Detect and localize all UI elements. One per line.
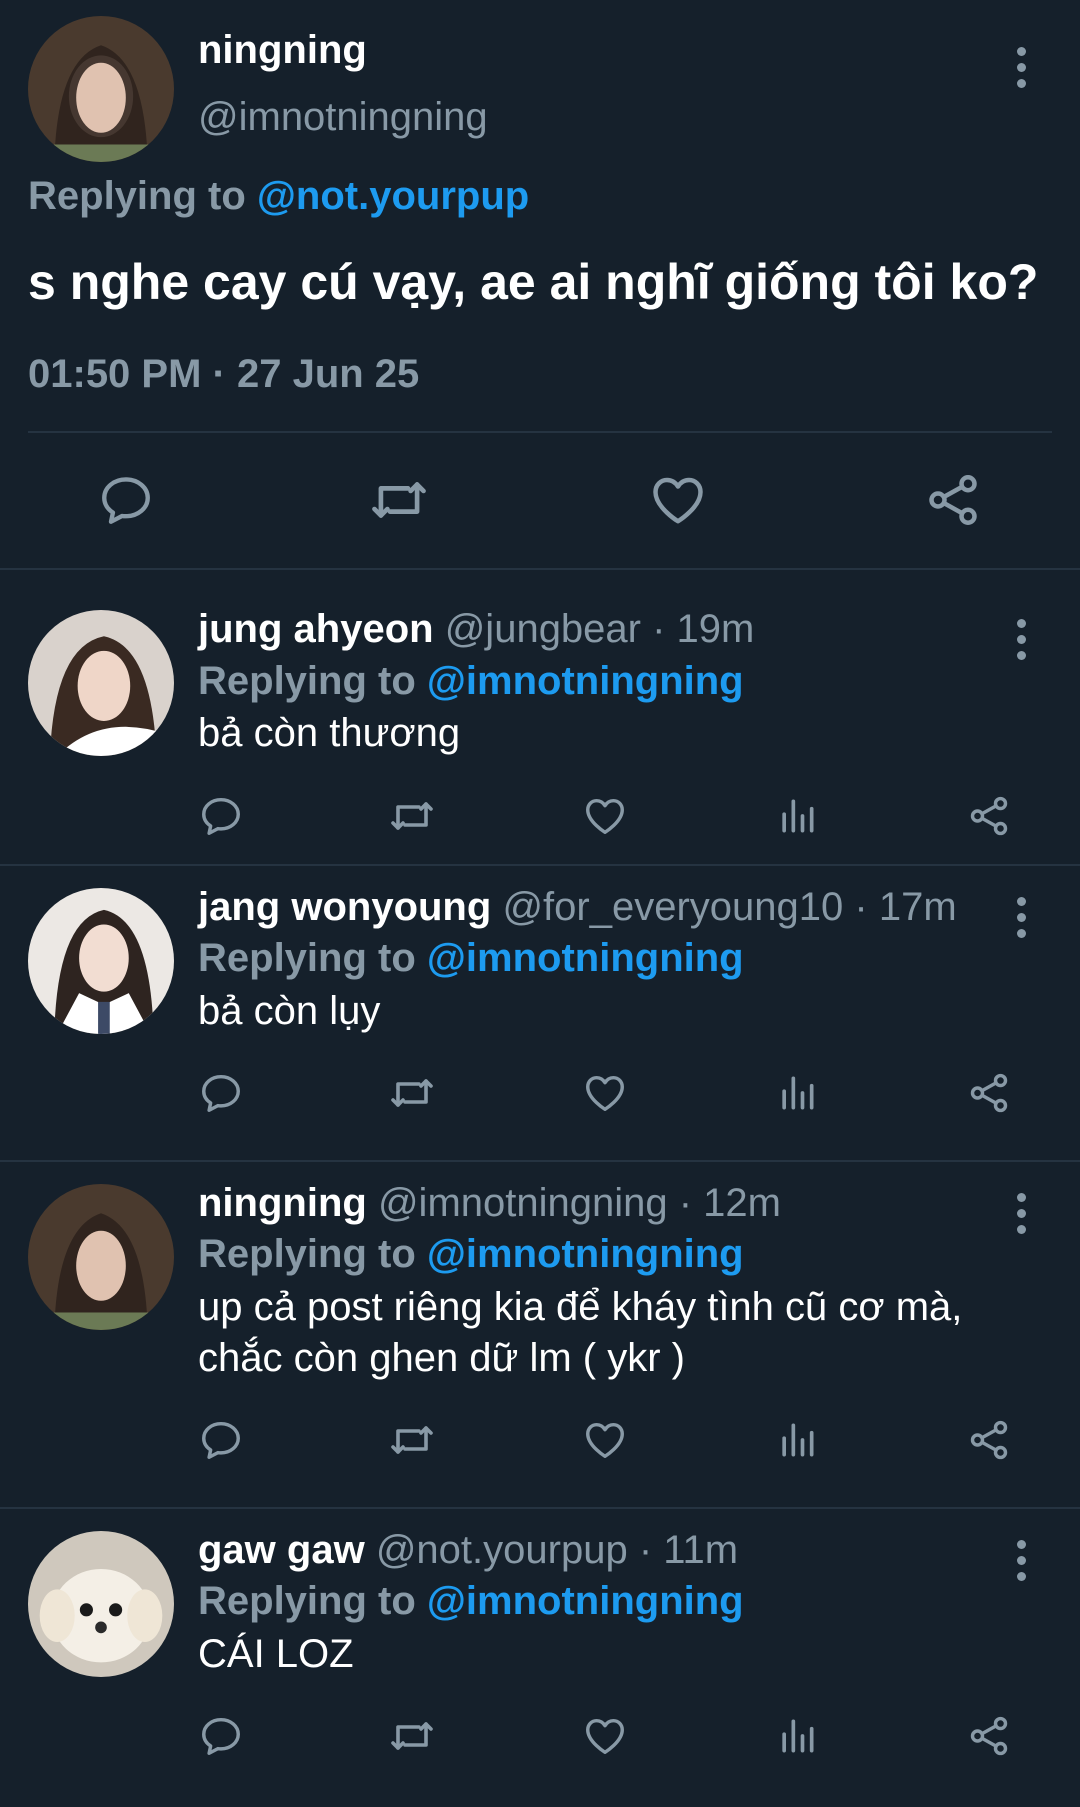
replying-to: Replying to @not.yourpup <box>28 174 529 219</box>
reply-text: bả còn thương <box>198 711 461 755</box>
share-icon[interactable] <box>964 1068 1014 1118</box>
reply-icon[interactable] <box>196 1068 246 1118</box>
replying-to: Replying to @imnotningning <box>198 1232 744 1277</box>
like-icon[interactable] <box>580 1415 630 1465</box>
avatar[interactable] <box>28 16 174 162</box>
reply-tweet[interactable]: jang wonyoung @for_everyoung10 · 17m Rep… <box>0 866 1080 1162</box>
tweet-timestamp: 01:50 PM · 27 Jun 25 <box>28 352 420 396</box>
retweet-icon[interactable] <box>387 1415 437 1465</box>
tweet-actions <box>0 470 1080 530</box>
share-icon[interactable] <box>964 1711 1014 1761</box>
replying-to-label: Replying to <box>198 1232 416 1276</box>
replying-to: Replying to @imnotningning <box>198 936 744 981</box>
analytics-icon[interactable] <box>772 791 822 841</box>
reply-text: up cả post riêng kia để kháy tình cũ cơ … <box>198 1285 963 1380</box>
share-icon[interactable] <box>922 470 984 530</box>
reply-icon[interactable] <box>196 1711 246 1761</box>
retweet-icon[interactable] <box>368 470 430 530</box>
dog-avatar-icon <box>28 1531 174 1677</box>
reply-time: · 11m <box>638 1528 739 1572</box>
more-options-icon[interactable] <box>1016 619 1026 660</box>
reply-tweet[interactable]: gaw gaw @not.yourpup · 11m Replying to @… <box>0 1509 1080 1807</box>
reply-header: jang wonyoung @for_everyoung10 · 17m <box>198 885 957 930</box>
author-handle[interactable]: @imnotningning <box>198 95 488 140</box>
author-handle[interactable]: @imnotningning <box>378 1181 668 1225</box>
reply-time: · 12m <box>678 1181 781 1225</box>
author-handle[interactable]: @jungbear <box>445 607 641 651</box>
like-icon[interactable] <box>580 1068 630 1118</box>
author-name[interactable]: ningning <box>198 1181 367 1225</box>
reply-tweet[interactable]: ningning @imnotningning · 12m Replying t… <box>0 1162 1080 1509</box>
reply-icon[interactable] <box>95 470 157 530</box>
reply-header: ningning @imnotningning · 12m <box>198 1181 781 1226</box>
photo-avatar-icon <box>28 610 174 756</box>
avatar[interactable] <box>28 610 174 756</box>
author-name[interactable]: jang wonyoung <box>198 885 491 929</box>
photo-avatar-icon <box>28 1184 174 1330</box>
more-options-icon[interactable] <box>1016 1193 1026 1234</box>
replying-to-label: Replying to <box>198 1579 416 1623</box>
reply-actions <box>0 1068 1080 1118</box>
tweet-text: s nghe cay cú vạy, ae ai nghĩ giống tôi … <box>28 254 1039 310</box>
share-icon[interactable] <box>964 791 1014 841</box>
avatar[interactable] <box>28 1531 174 1677</box>
retweet-icon[interactable] <box>387 1711 437 1761</box>
replying-to-label: Replying to <box>198 659 416 703</box>
more-options-icon[interactable] <box>1016 47 1026 88</box>
divider <box>28 431 1052 433</box>
reply-tweet[interactable]: jung ahyeon @jungbear · 19m Replying to … <box>0 570 1080 866</box>
photo-avatar-icon <box>28 888 174 1034</box>
analytics-icon[interactable] <box>772 1068 822 1118</box>
reply-actions <box>0 1415 1080 1465</box>
replying-to: Replying to @imnotningning <box>198 1579 744 1624</box>
author-name[interactable]: jung ahyeon <box>198 607 434 651</box>
reply-header: jung ahyeon @jungbear · 19m <box>198 607 754 652</box>
replying-to-link[interactable]: @imnotningning <box>427 936 744 980</box>
author-handle[interactable]: @not.yourpup <box>376 1528 628 1572</box>
reply-time: · 19m <box>652 607 755 651</box>
author-handle[interactable]: @for_everyoung10 <box>502 885 843 929</box>
reply-icon[interactable] <box>196 791 246 841</box>
more-options-icon[interactable] <box>1016 897 1026 938</box>
more-options-icon[interactable] <box>1016 1540 1026 1581</box>
avatar[interactable] <box>28 1184 174 1330</box>
replying-to: Replying to @imnotningning <box>198 659 744 704</box>
replying-to-link[interactable]: @imnotningning <box>427 659 744 703</box>
main-tweet: ningning @imnotningning Replying to @not… <box>0 0 1080 570</box>
share-icon[interactable] <box>964 1415 1014 1465</box>
replying-to-link[interactable]: @not.yourpup <box>257 174 529 218</box>
reply-actions <box>0 1711 1080 1761</box>
analytics-icon[interactable] <box>772 1415 822 1465</box>
replying-to-label: Replying to <box>198 936 416 980</box>
retweet-icon[interactable] <box>387 1068 437 1118</box>
reply-time: · 17m <box>854 885 957 929</box>
replying-to-link[interactable]: @imnotningning <box>427 1232 744 1276</box>
reply-actions <box>0 791 1080 841</box>
photo-avatar-icon <box>28 16 174 162</box>
like-icon[interactable] <box>580 1711 630 1761</box>
reply-header: gaw gaw @not.yourpup · 11m <box>198 1528 738 1573</box>
reply-text: CÁI LOZ <box>198 1632 354 1676</box>
avatar[interactable] <box>28 888 174 1034</box>
reply-icon[interactable] <box>196 1415 246 1465</box>
analytics-icon[interactable] <box>772 1711 822 1761</box>
like-icon[interactable] <box>580 791 630 841</box>
retweet-icon[interactable] <box>387 791 437 841</box>
reply-text: bả còn lụy <box>198 989 381 1033</box>
replying-to-link[interactable]: @imnotningning <box>427 1579 744 1623</box>
like-icon[interactable] <box>647 470 709 530</box>
author-name[interactable]: ningning <box>198 28 367 73</box>
author-name[interactable]: gaw gaw <box>198 1528 365 1572</box>
replying-to-label: Replying to <box>28 174 246 218</box>
